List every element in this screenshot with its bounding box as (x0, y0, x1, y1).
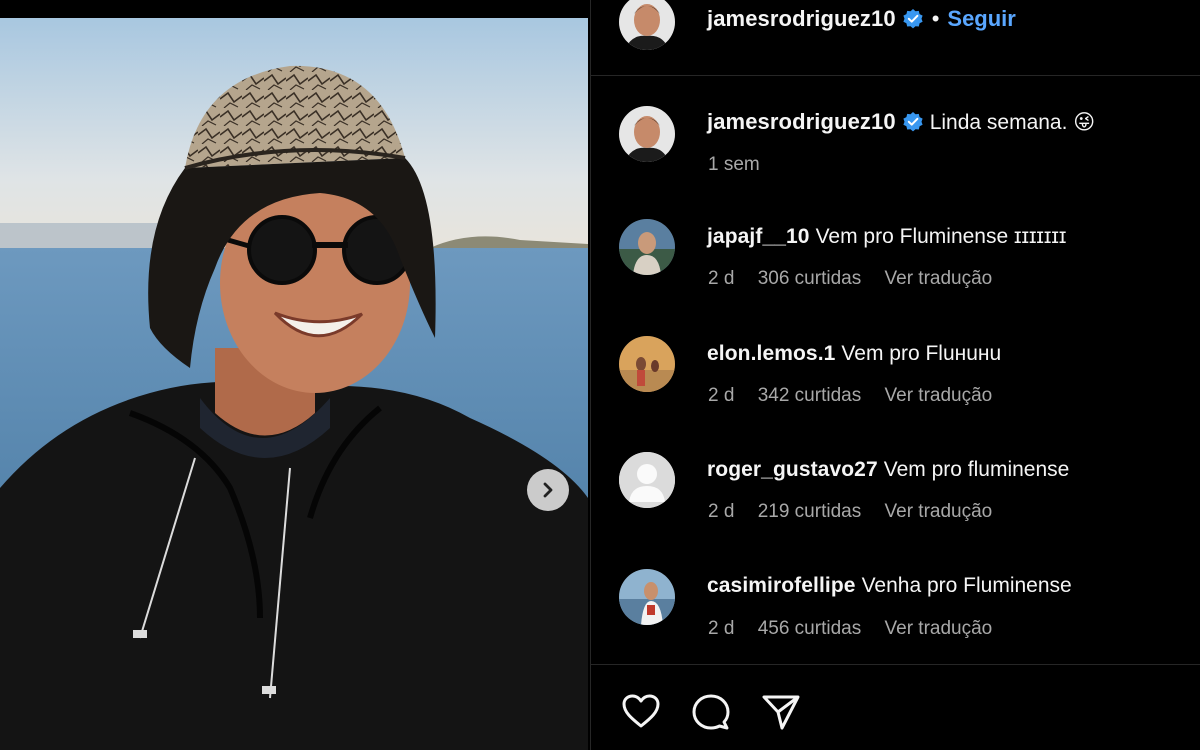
header-row: jamesrodriguez10 • Seguir (707, 6, 1016, 32)
comment-avatar[interactable] (619, 569, 675, 625)
comment-username[interactable]: elon.lemos.1 (707, 342, 835, 366)
comment-row: roger_gustavo27 Vem pro fluminense (707, 458, 1069, 482)
comment-likes[interactable]: 306 curtidas (758, 268, 862, 289)
comment-icon (692, 694, 730, 730)
share-button[interactable] (761, 693, 801, 736)
post-side-panel: jamesrodriguez10 • Seguir jamesrodriguez… (590, 0, 1200, 750)
separator-dot: • (931, 6, 940, 31)
verified-badge-icon (903, 112, 923, 132)
comment-time: 2 d (708, 385, 735, 406)
comment-avatar[interactable] (619, 219, 675, 275)
comment-likes[interactable]: 456 curtidas (758, 618, 862, 639)
author-username[interactable]: jamesrodriguez10 (707, 6, 896, 32)
instagram-post-view: jamesrodriguez10 • Seguir jamesrodriguez… (0, 0, 1200, 750)
comment-row: casimirofellipe Venha pro Fluminense (707, 574, 1072, 598)
comment-likes[interactable]: 219 curtidas (758, 501, 862, 522)
comment-text: Venha pro Fluminense (861, 574, 1072, 597)
post-photo (0, 18, 588, 750)
comment-avatar[interactable] (619, 452, 675, 508)
next-photo-button[interactable] (527, 469, 569, 511)
heart-icon (622, 694, 660, 728)
comment-likes[interactable]: 342 curtidas (758, 385, 862, 406)
comment-avatar[interactable] (619, 336, 675, 392)
comment-username[interactable]: casimirofellipe (707, 574, 856, 598)
comment-button[interactable] (691, 693, 731, 736)
post-header: jamesrodriguez10 • Seguir (591, 0, 1200, 76)
comment-meta: 2 d 219 curtidas Ver tradução (708, 501, 1010, 523)
comment-meta: 2 d 456 curtidas Ver tradução (708, 618, 1010, 640)
chevron-right-icon (543, 482, 553, 498)
comment-text: Vem pro Fluнuнu (841, 342, 1002, 365)
send-icon (762, 695, 800, 730)
action-bar (591, 664, 1200, 750)
caption-text: Linda semana. 😜 (929, 110, 1096, 134)
translate-link[interactable]: Ver tradução (885, 618, 993, 639)
translate-link[interactable]: Ver tradução (885, 385, 993, 406)
comment-row: elon.lemos.1 Vem pro Fluнuнu (707, 342, 1001, 366)
author-avatar[interactable] (619, 0, 675, 50)
comment-row: japajf__10 Vem pro Fluminense ɪɪɪɪɪɪɪ (707, 225, 1066, 249)
caption-row: jamesrodriguez10 Linda semana. 😜 (707, 109, 1095, 135)
like-button[interactable] (621, 693, 661, 734)
verified-badge-icon (903, 9, 923, 29)
translate-link[interactable]: Ver tradução (885, 501, 993, 522)
comment-time: 2 d (708, 268, 735, 289)
comment-text: Vem pro Fluminense ɪɪɪɪɪɪɪ (815, 225, 1067, 248)
comment-meta: 2 d 342 curtidas Ver tradução (708, 385, 1010, 407)
caption-meta: 1 sem (708, 154, 778, 176)
follow-button[interactable]: Seguir (947, 6, 1015, 32)
comment-meta: 2 d 306 curtidas Ver tradução (708, 268, 1010, 290)
comment-username[interactable]: roger_gustavo27 (707, 458, 878, 482)
comment-time: 2 d (708, 501, 735, 522)
comment-username[interactable]: japajf__10 (707, 225, 810, 249)
caption-avatar[interactable] (619, 106, 675, 162)
comment-time: 2 d (708, 618, 735, 639)
translate-link[interactable]: Ver tradução (885, 268, 993, 289)
comment-text: Vem pro fluminense (883, 458, 1070, 481)
caption-time: 1 sem (708, 154, 760, 175)
caption-username[interactable]: jamesrodriguez10 (707, 109, 896, 135)
